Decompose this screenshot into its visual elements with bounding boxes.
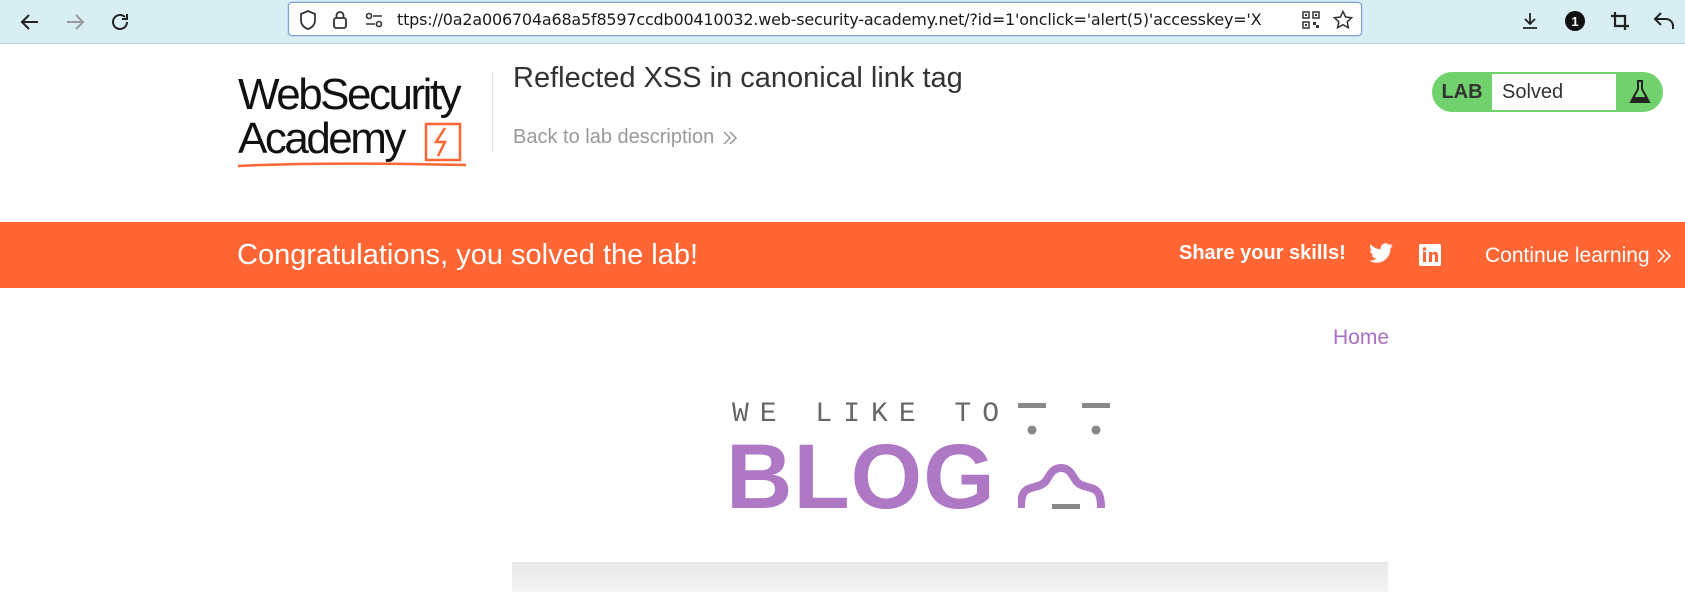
academy-header: WebSecurity Academy Reflected XSS in can…	[0, 44, 1685, 222]
site-settings-icon[interactable]	[363, 9, 385, 31]
logo-flame-icon	[424, 122, 462, 162]
twitter-icon[interactable]	[1368, 243, 1394, 270]
web-security-academy-logo[interactable]: WebSecurity Academy	[238, 70, 488, 168]
continue-learning-link[interactable]: Continue learning	[1485, 244, 1672, 268]
lab-tag: LAB	[1441, 80, 1483, 103]
qr-code-icon[interactable]	[1300, 9, 1322, 31]
home-link[interactable]: Home	[1333, 326, 1389, 350]
blog-logo: WE LIKE TO BLOG	[726, 395, 1176, 528]
blog-face-icon	[1018, 403, 1110, 509]
back-arrow-icon[interactable]	[14, 6, 46, 38]
double-chevron-right-icon	[723, 130, 738, 145]
forward-arrow-icon[interactable]	[59, 6, 91, 38]
header-divider	[492, 72, 493, 152]
lab-status-text: Solved	[1492, 74, 1616, 110]
crop-icon[interactable]	[1605, 6, 1635, 36]
shield-icon[interactable]	[297, 9, 319, 31]
blog-title: BLOG	[726, 426, 996, 528]
lock-icon[interactable]	[329, 9, 351, 31]
url-text[interactable]: ttps://0a2a006704a68a5f8597ccdb00410032.…	[397, 10, 1262, 29]
double-chevron-right-icon	[1657, 249, 1671, 263]
lab-title: Reflected XSS in canonical link tag	[513, 62, 963, 94]
undo-arrow-icon[interactable]	[1649, 6, 1679, 36]
extension-icon[interactable]: 1	[1560, 6, 1590, 36]
reload-icon[interactable]	[104, 6, 136, 38]
logo-underline	[238, 162, 467, 168]
blog-hero-image	[512, 562, 1388, 592]
continue-learning-label: Continue learning	[1485, 244, 1650, 267]
congrats-message: Congratulations, you solved the lab!	[237, 239, 699, 271]
bookmark-star-icon[interactable]	[1332, 9, 1354, 31]
logo-line2: Academy	[238, 114, 406, 163]
address-bar[interactable]: ttps://0a2a006704a68a5f8597ccdb00410032.…	[288, 2, 1362, 36]
back-link-label: Back to lab description	[513, 126, 715, 148]
congratulations-banner: Congratulations, you solved the lab! Sha…	[0, 222, 1685, 288]
linkedin-icon[interactable]	[1418, 243, 1442, 272]
logo-line1: WebSecurity	[238, 70, 462, 119]
share-skills-label: Share your skills!	[1179, 242, 1346, 264]
browser-toolbar: ttps://0a2a006704a68a5f8597ccdb00410032.…	[0, 0, 1685, 44]
extension-badge: 1	[1571, 14, 1578, 29]
flask-icon	[1616, 72, 1663, 112]
back-to-lab-link[interactable]: Back to lab description	[513, 126, 738, 149]
download-icon[interactable]	[1515, 6, 1545, 36]
lab-status-widget: LAB Solved	[1432, 72, 1663, 112]
